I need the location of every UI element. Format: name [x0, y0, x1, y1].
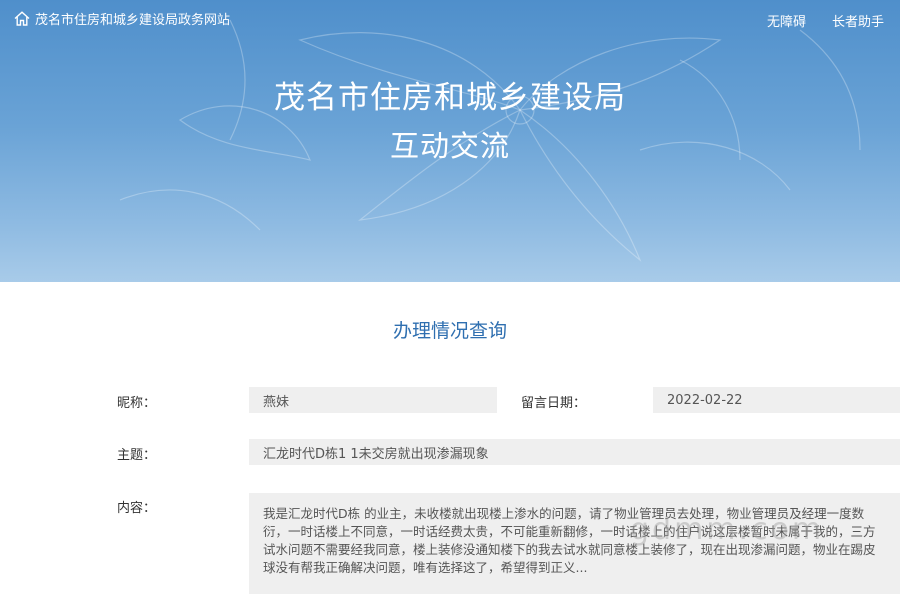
top-bar: 茂名市住房和城乡建设局政务网站 无障碍 长者助手 — [0, 0, 900, 36]
subject-field: 汇龙时代D栋1 1未交房就出现渗漏现象 — [249, 439, 900, 465]
home-icon — [14, 11, 30, 26]
hero-subtitle: 互动交流 — [389, 129, 510, 163]
home-link[interactable]: 茂名市住房和城乡建设局政务网站 — [14, 9, 230, 28]
nickname-field: 燕妹 — [249, 387, 497, 413]
nickname-label: 昵称： — [117, 396, 157, 411]
date-label: 留言日期： — [521, 396, 587, 411]
top-links: 无障碍 长者助手 — [767, 11, 884, 30]
date-field: 2022-02-22 — [653, 387, 900, 413]
site-name: 茂名市住房和城乡建设局政务网站 — [35, 13, 231, 28]
content-label: 内容： — [117, 501, 157, 516]
subject-label: 主题： — [117, 448, 157, 463]
elder-assistant-link[interactable]: 长者助手 — [832, 11, 884, 30]
section-title: 办理情况查询 — [392, 320, 507, 342]
accessibility-link[interactable]: 无障碍 — [767, 11, 806, 30]
hero-title: 茂名市住房和城乡建设局 — [274, 80, 626, 116]
content-field: 我是汇龙时代D栋 的业主，未收楼就出现楼上渗水的问题，请了物业管理员去处理，物业… — [249, 493, 900, 594]
